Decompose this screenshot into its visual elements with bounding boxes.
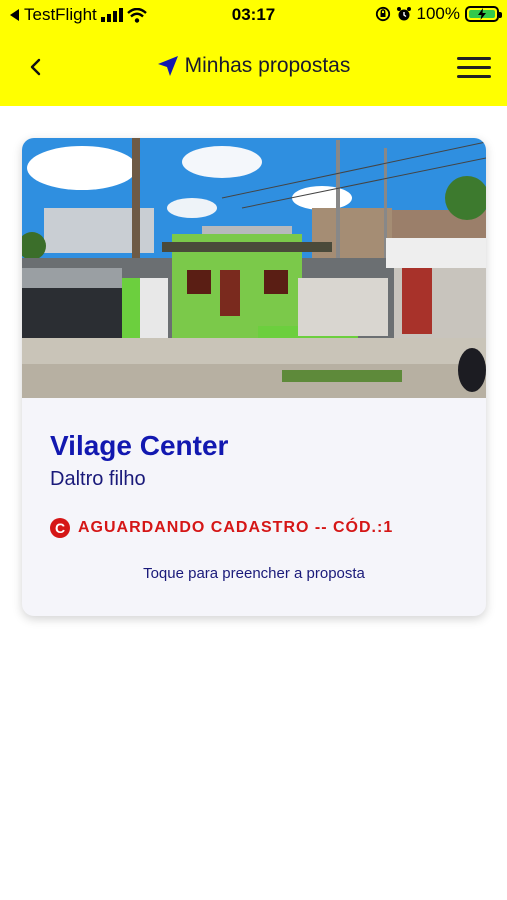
app-header: TestFlight 03:17 100% Minhas propostas <box>0 0 507 106</box>
menu-line <box>457 74 491 78</box>
status-c-icon: C <box>50 518 70 538</box>
status-badge: C AGUARDANDO CADASTRO -- CÓD.:1 <box>50 518 393 538</box>
orientation-lock-icon <box>375 6 390 22</box>
navbar: Minhas propostas <box>0 44 507 90</box>
status-label: AGUARDANDO CADASTRO -- CÓD.:1 <box>78 519 394 536</box>
page-title: Minhas propostas <box>0 54 507 78</box>
menu-line <box>457 65 491 69</box>
status-bar: TestFlight 03:17 100% <box>0 0 507 30</box>
battery-percent: 100% <box>416 4 460 23</box>
property-neighborhood: Daltro filho <box>50 468 146 490</box>
charging-bolt-icon <box>478 8 486 20</box>
proposal-card[interactable]: Vilage Center Daltro filho C AGUARDANDO … <box>22 138 486 616</box>
status-right: 100% <box>375 4 502 24</box>
page-title-text: Minhas propostas <box>184 54 351 77</box>
hamburger-menu-button[interactable] <box>457 52 491 82</box>
battery-icon <box>465 6 502 22</box>
menu-line <box>457 56 491 60</box>
tap-hint: Toque para preencher a proposta <box>143 565 365 582</box>
property-name: Vilage Center <box>50 430 229 461</box>
property-photo <box>22 138 486 398</box>
navigation-arrow-icon <box>157 56 178 76</box>
alarm-icon <box>396 7 411 21</box>
